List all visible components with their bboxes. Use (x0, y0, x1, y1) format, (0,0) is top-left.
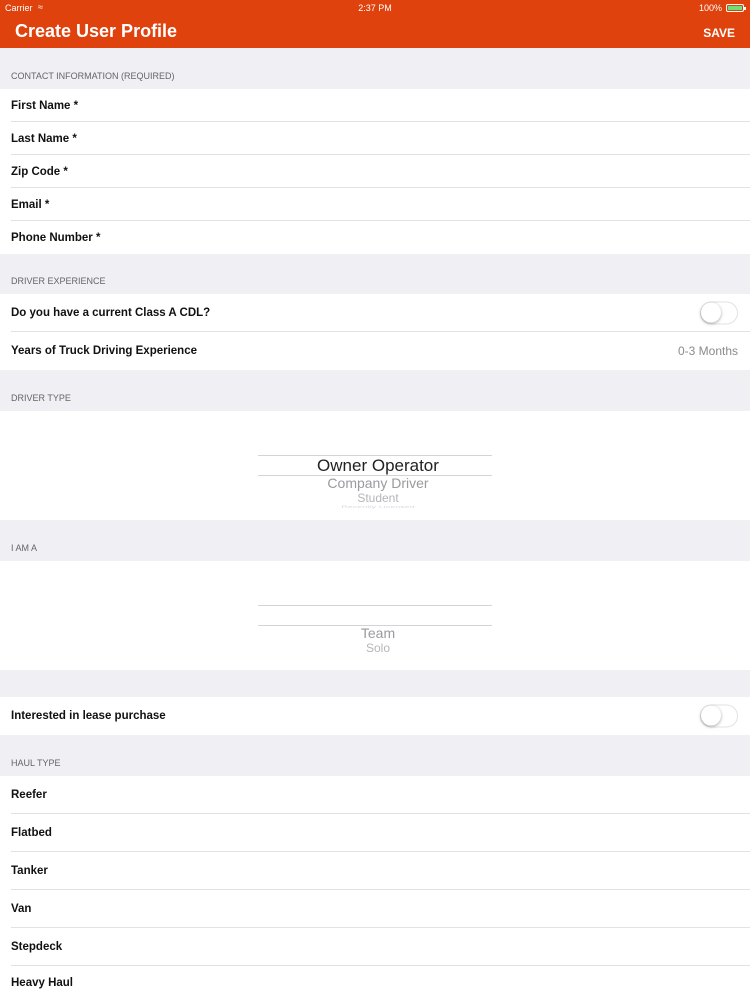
first-name-input[interactable] (110, 93, 740, 118)
phone-number-input[interactable] (110, 225, 740, 250)
driver-type-picker[interactable]: Owner Operator Company Driver Student Re… (0, 411, 750, 520)
picker-option[interactable]: Company Driver (258, 475, 498, 491)
cdl-toggle[interactable] (700, 301, 738, 325)
section-title: DRIVER EXPERIENCE (11, 276, 106, 286)
zip-code-field[interactable]: Zip Code * (0, 155, 750, 188)
field-label: First Name * (11, 99, 79, 112)
haul-item-label: Reefer (11, 789, 47, 801)
lease-purchase-row: Interested in lease purchase (0, 697, 750, 735)
haul-item-label: Flatbed (11, 827, 52, 839)
haul-item-heavy-haul[interactable]: Heavy Haul (0, 966, 750, 1000)
section-title: HAUL TYPE (11, 758, 61, 768)
haul-item-flatbed[interactable]: Flatbed (0, 814, 750, 852)
i-am-a-picker[interactable]: Team Solo (0, 561, 750, 670)
last-name-field[interactable]: Last Name * (0, 122, 750, 155)
section-title: CONTACT INFORMATION (REQUIRED) (11, 71, 175, 81)
field-label: Phone Number * (11, 231, 101, 244)
haul-item-tanker[interactable]: Tanker (0, 852, 750, 890)
email-field[interactable]: Email * (0, 188, 750, 221)
field-label: Last Name * (11, 132, 77, 145)
last-name-input[interactable] (110, 126, 740, 151)
email-input[interactable] (110, 192, 740, 217)
haul-item-label: Van (11, 903, 32, 915)
years-label: Years of Truck Driving Experience (11, 345, 197, 357)
picker-option[interactable]: Team (258, 625, 498, 641)
haul-item-stepdeck[interactable]: Stepdeck (0, 928, 750, 966)
section-header-haul-type: HAUL TYPE (0, 735, 750, 776)
haul-item-label: Stepdeck (11, 941, 63, 953)
phone-number-field[interactable]: Phone Number * (0, 221, 750, 254)
section-title: DRIVER TYPE (11, 393, 71, 403)
battery-percent: 100% (698, 3, 722, 13)
years-experience-row[interactable]: Years of Truck Driving Experience 0-3 Mo… (0, 332, 750, 370)
section-header-contact: CONTACT INFORMATION (REQUIRED) (0, 48, 750, 89)
picker-option[interactable]: Solo (258, 641, 498, 655)
toggle-knob (701, 705, 721, 726)
save-button[interactable]: SAVE (703, 26, 735, 40)
section-header-i-am-a: I AM A (0, 520, 750, 561)
picker-option[interactable]: Recently Licensed (258, 505, 498, 509)
section-spacer (0, 670, 750, 697)
picker-option-selected[interactable]: Owner Operator (258, 456, 498, 476)
section-title: I AM A (11, 543, 38, 553)
cdl-label: Do you have a current Class A CDL? (11, 307, 211, 319)
nav-bar: Create User Profile SAVE (0, 16, 750, 48)
lease-purchase-label: Interested in lease purchase (11, 710, 166, 722)
years-value: 0-3 Months (677, 344, 738, 358)
picker-selection-line (258, 605, 492, 606)
section-header-driver-type: DRIVER TYPE (0, 370, 750, 411)
field-label: Zip Code * (11, 165, 68, 178)
status-bar: Carrier ≈ 2:37 PM 100% (0, 0, 750, 16)
cdl-row: Do you have a current Class A CDL? (0, 294, 750, 332)
section-header-experience: DRIVER EXPERIENCE (0, 254, 750, 294)
first-name-field[interactable]: First Name * (0, 89, 750, 122)
lease-purchase-toggle[interactable] (700, 704, 738, 728)
toggle-knob (701, 302, 721, 323)
haul-item-label: Heavy Haul (11, 977, 74, 989)
zip-code-input[interactable] (110, 159, 740, 184)
haul-item-reefer[interactable]: Reefer (0, 776, 750, 814)
haul-item-label: Tanker (11, 865, 48, 877)
status-time: 2:37 PM (358, 3, 392, 13)
battery-icon (726, 4, 746, 12)
picker-option[interactable]: Student (258, 491, 498, 505)
haul-item-van[interactable]: Van (0, 890, 750, 928)
field-label: Email * (11, 198, 50, 211)
page-title: Create User Profile (15, 21, 178, 41)
